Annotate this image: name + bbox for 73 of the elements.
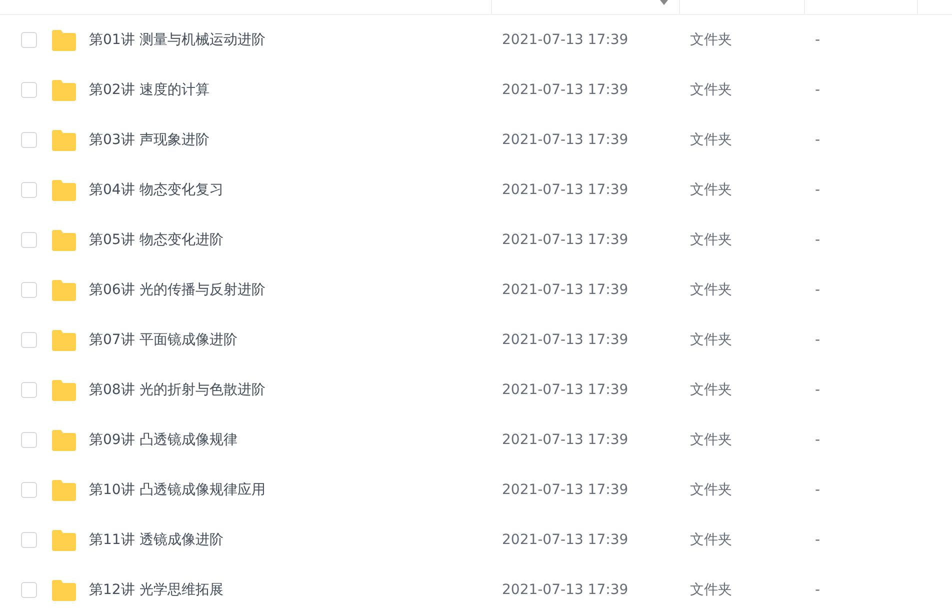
folder-icon <box>51 580 77 600</box>
file-type: 文件夹 <box>690 432 732 448</box>
file-type: 文件夹 <box>690 382 732 398</box>
file-name[interactable]: 第04讲 物态变化复习 <box>89 180 224 200</box>
file-name[interactable]: 第10讲 凸透镜成像规律应用 <box>89 480 266 500</box>
file-type: 文件夹 <box>690 532 732 548</box>
modified-date: 2021-07-13 17:39 <box>502 132 628 148</box>
file-size: - <box>815 432 820 448</box>
folder-icon <box>51 30 77 50</box>
checkbox[interactable] <box>21 132 37 148</box>
folder-icon <box>51 430 77 450</box>
file-size: - <box>815 332 820 348</box>
folder-icon <box>51 230 77 250</box>
file-name[interactable]: 第07讲 平面镜成像进阶 <box>89 330 238 350</box>
file-name[interactable]: 第03讲 声现象进阶 <box>89 130 210 150</box>
folder-icon <box>51 80 77 100</box>
file-size: - <box>815 32 820 48</box>
checkbox[interactable] <box>21 382 37 398</box>
file-size: - <box>815 282 820 298</box>
file-type: 文件夹 <box>690 282 732 298</box>
file-size: - <box>815 482 820 498</box>
modified-date: 2021-07-13 17:39 <box>502 232 628 248</box>
file-type: 文件夹 <box>690 182 732 198</box>
folder-icon <box>51 530 77 550</box>
file-name[interactable]: 第06讲 光的传播与反射进阶 <box>89 280 266 300</box>
checkbox[interactable] <box>21 182 37 198</box>
file-type: 文件夹 <box>690 482 732 498</box>
file-name[interactable]: 第05讲 物态变化进阶 <box>89 230 224 250</box>
folder-icon <box>51 480 77 500</box>
folder-icon <box>51 330 77 350</box>
file-size: - <box>815 582 820 598</box>
modified-date: 2021-07-13 17:39 <box>502 582 628 598</box>
file-type: 文件夹 <box>690 82 732 98</box>
file-type: 文件夹 <box>690 332 732 348</box>
modified-date: 2021-07-13 17:39 <box>502 382 628 398</box>
modified-date: 2021-07-13 17:39 <box>502 182 628 198</box>
modified-date: 2021-07-13 17:39 <box>502 282 628 298</box>
checkbox[interactable] <box>21 482 37 498</box>
checkbox[interactable] <box>21 282 37 298</box>
file-type: 文件夹 <box>690 232 732 248</box>
file-type: 文件夹 <box>690 582 732 598</box>
folder-icon <box>51 180 77 200</box>
file-size: - <box>815 382 820 398</box>
file-name[interactable]: 第11讲 透镜成像进阶 <box>89 530 224 550</box>
file-name[interactable]: 第12讲 光学思维拓展 <box>89 580 224 600</box>
checkbox[interactable] <box>21 582 37 598</box>
file-size: - <box>815 182 820 198</box>
file-name[interactable]: 第09讲 凸透镜成像规律 <box>89 430 238 450</box>
file-name[interactable]: 第01讲 测量与机械运动进阶 <box>89 30 266 50</box>
checkbox[interactable] <box>21 532 37 548</box>
modified-date: 2021-07-13 17:39 <box>502 532 628 548</box>
file-size: - <box>815 532 820 548</box>
file-size: - <box>815 132 820 148</box>
modified-date: 2021-07-13 17:39 <box>502 482 628 498</box>
checkbox[interactable] <box>21 232 37 248</box>
sort-caret-icon[interactable] <box>660 0 668 6</box>
checkbox[interactable] <box>21 82 37 98</box>
file-type: 文件夹 <box>690 132 732 148</box>
modified-date: 2021-07-13 17:39 <box>502 332 628 348</box>
folder-icon <box>51 130 77 150</box>
modified-date: 2021-07-13 17:39 <box>502 82 628 98</box>
checkbox[interactable] <box>21 432 37 448</box>
modified-date: 2021-07-13 17:39 <box>502 32 628 48</box>
file-name[interactable]: 第02讲 速度的计算 <box>89 80 210 100</box>
file-size: - <box>815 82 820 98</box>
file-type: 文件夹 <box>690 32 732 48</box>
file-name[interactable]: 第08讲 光的折射与色散进阶 <box>89 380 266 400</box>
folder-icon <box>51 380 77 400</box>
file-size: - <box>815 232 820 248</box>
modified-date: 2021-07-13 17:39 <box>502 432 628 448</box>
checkbox[interactable] <box>21 32 37 48</box>
folder-icon <box>51 280 77 300</box>
checkbox[interactable] <box>21 332 37 348</box>
